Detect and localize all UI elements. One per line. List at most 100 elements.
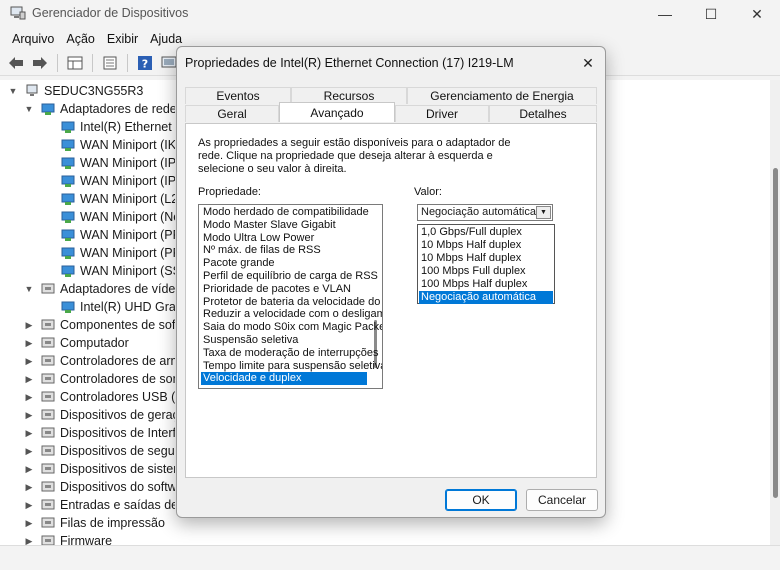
toolbar-separator (127, 53, 128, 72)
chevron-down-icon: ▼ (540, 209, 547, 216)
tab-avancado[interactable]: Avançado (279, 102, 395, 122)
device-category-icon (41, 391, 55, 402)
properties-button[interactable] (100, 53, 120, 73)
tree-category[interactable]: ▶ Filas de impressão (24, 514, 165, 532)
tree-device[interactable]: Intel(R) UHD Graphics (44, 298, 175, 316)
dialog-close-button[interactable]: ✕ (577, 53, 599, 73)
tree-category[interactable]: ▶ Dispositivos de sistema (24, 460, 175, 478)
tab-detalhes[interactable]: Detalhes (489, 105, 597, 122)
vertical-scrollbar[interactable] (770, 80, 780, 545)
device-category-icon (41, 337, 55, 348)
menu-acao[interactable]: Ação (60, 30, 101, 48)
expand-closed-icon[interactable]: ▶ (24, 536, 34, 546)
tree-root-computer[interactable]: ▼ SEDUC3NG55R3 (8, 82, 144, 100)
property-list-item[interactable]: Modo herdado de compatibilidade (201, 206, 369, 219)
tab-gerenciamento-energia[interactable]: Gerenciamento de Energia (407, 87, 597, 104)
tree-device[interactable]: WAN Miniport (PPTP) (44, 244, 175, 262)
property-listbox[interactable]: Modo herdado de compatibilidade Modo Mast… (198, 204, 383, 389)
property-list-item[interactable]: Reduzir a velocidade com o desligamento (201, 308, 382, 321)
tree-category[interactable]: ▶ Dispositivos de Interface (24, 424, 175, 442)
tree-category[interactable]: ▶ Controladores de som (24, 370, 175, 388)
tree-item-label: Intel(R) UHD Graphics (80, 300, 175, 314)
tree-category[interactable]: ▶ Firmware (24, 532, 112, 545)
tree-device[interactable]: Intel(R) Ethernet Connection (17) I219-L… (44, 118, 175, 136)
value-dropdown-list[interactable]: 1,0 Gbps/Full duplex 10 Mbps Half duplex 1… (417, 224, 555, 304)
view-button[interactable] (65, 53, 85, 73)
tab-geral[interactable]: Geral (185, 105, 279, 122)
expand-open-icon[interactable]: ▼ (24, 284, 34, 294)
property-list-item[interactable]: Pacote grande (201, 257, 275, 270)
property-list-item[interactable]: Protetor de bateria da velocidade do lin… (201, 296, 382, 309)
tab-driver[interactable]: Driver (395, 105, 489, 122)
property-list-item[interactable]: Modo Ultra Low Power (201, 232, 314, 245)
property-list-item[interactable]: Saia do modo S0ix com Magic Packet (201, 321, 382, 334)
tree-category[interactable]: ▶ Controladores USB (barramento) (24, 388, 175, 406)
property-list-item[interactable]: Nº máx. de filas de RSS (201, 244, 321, 257)
expand-closed-icon[interactable]: ▶ (24, 482, 34, 493)
tree-category[interactable]: ▶ Controladores de armazenamento (24, 352, 175, 370)
tree-item-label: Dispositivos do software (60, 480, 175, 494)
tree-device[interactable]: WAN Miniport (Network Monitor) (44, 208, 175, 226)
expand-closed-icon[interactable]: ▶ (24, 320, 34, 331)
cancel-button[interactable]: Cancelar (526, 489, 598, 511)
network-adapter-icon (61, 121, 75, 133)
ok-button[interactable]: OK (445, 489, 517, 511)
tree-device[interactable]: WAN Miniport (IP) (44, 154, 175, 172)
scroll-thumb[interactable] (773, 168, 778, 498)
tree-device[interactable]: WAN Miniport (IKEv2) (44, 136, 175, 154)
property-list-item[interactable]: Prioridade de pacotes e VLAN (201, 283, 351, 296)
tree-category[interactable]: ▶ Componentes de software (24, 316, 175, 334)
value-option[interactable]: 1,0 Gbps/Full duplex (419, 226, 553, 239)
expand-closed-icon[interactable]: ▶ (24, 446, 34, 457)
expand-open-icon[interactable]: ▼ (24, 104, 34, 114)
property-list-item[interactable]: Modo Master Slave Gigabit (201, 219, 336, 232)
close-button[interactable]: ✕ (734, 0, 780, 28)
maximize-button[interactable]: ☐ (688, 0, 734, 28)
horizontal-scrollbar[interactable] (0, 545, 780, 570)
tree-category[interactable]: ▶ Dispositivos de geração (24, 406, 175, 424)
combo-dropdown-button[interactable]: ▼ (536, 206, 551, 219)
tree-category[interactable]: ▼ Adaptadores de vídeo (24, 280, 175, 298)
back-button[interactable] (6, 53, 26, 73)
network-adapter-icon (61, 193, 75, 205)
tree-device[interactable]: WAN Miniport (L2TP) (44, 190, 175, 208)
property-list-item[interactable]: Velocidade e duplex (201, 372, 367, 386)
value-option[interactable]: Negociação automática (419, 291, 553, 304)
value-option[interactable]: 100 Mbps Full duplex (419, 265, 553, 278)
tree-category[interactable]: ▶ Dispositivos do software (24, 478, 175, 496)
expand-closed-icon[interactable]: ▶ (24, 500, 34, 511)
value-option[interactable]: 10 Mbps Half duplex (419, 239, 553, 252)
value-combobox[interactable]: Negociação automática ▼ (417, 204, 553, 221)
device-category-icon (41, 481, 55, 492)
expand-closed-icon[interactable]: ▶ (24, 428, 34, 439)
expand-closed-icon[interactable]: ▶ (24, 518, 34, 529)
minimize-button[interactable]: — (642, 0, 688, 28)
property-list-item[interactable]: Tempo limite para suspensão seletiva (201, 360, 382, 373)
expand-closed-icon[interactable]: ▶ (24, 374, 34, 385)
property-list-item[interactable]: Taxa de moderação de interrupções (201, 347, 379, 360)
tree-category[interactable]: ▶ Entradas e saídas de áudio (24, 496, 175, 514)
menu-arquivo[interactable]: Arquivo (6, 30, 60, 48)
tree-category[interactable]: ▶ Dispositivos de segurança (24, 442, 175, 460)
tree-category[interactable]: ▶ Computador (24, 334, 129, 352)
expand-closed-icon[interactable]: ▶ (24, 356, 34, 367)
tree-category[interactable]: ▼ Adaptadores de rede (24, 100, 175, 118)
menu-exibir[interactable]: Exibir (101, 30, 144, 48)
tree-device[interactable]: WAN Miniport (SSTP) (44, 262, 175, 280)
forward-button[interactable] (30, 53, 50, 73)
expand-closed-icon[interactable]: ▶ (24, 338, 34, 349)
property-list-item[interactable]: Perfil de equilíbrio de carga de RSS (201, 270, 378, 283)
tree-device[interactable]: WAN Miniport (IPv6) (44, 172, 175, 190)
device-tree: ▼ SEDUC3NG55R3 ▼ Adaptadores de rede Intel(R… (0, 80, 175, 545)
expand-closed-icon[interactable]: ▶ (24, 410, 34, 421)
property-list-item[interactable]: Suspensão seletiva (201, 334, 298, 347)
help-button[interactable]: ? (135, 53, 155, 73)
expand-closed-icon[interactable]: ▶ (24, 464, 34, 475)
value-option[interactable]: 10 Mbps Half duplex (419, 252, 553, 265)
expand-closed-icon[interactable]: ▶ (24, 392, 34, 403)
tree-device[interactable]: WAN Miniport (PPPOE) (44, 226, 175, 244)
device-category-icon (41, 499, 55, 510)
value-option[interactable]: 100 Mbps Half duplex (419, 278, 553, 291)
tab-eventos[interactable]: Eventos (185, 87, 291, 104)
expand-open-icon[interactable]: ▼ (8, 86, 18, 96)
